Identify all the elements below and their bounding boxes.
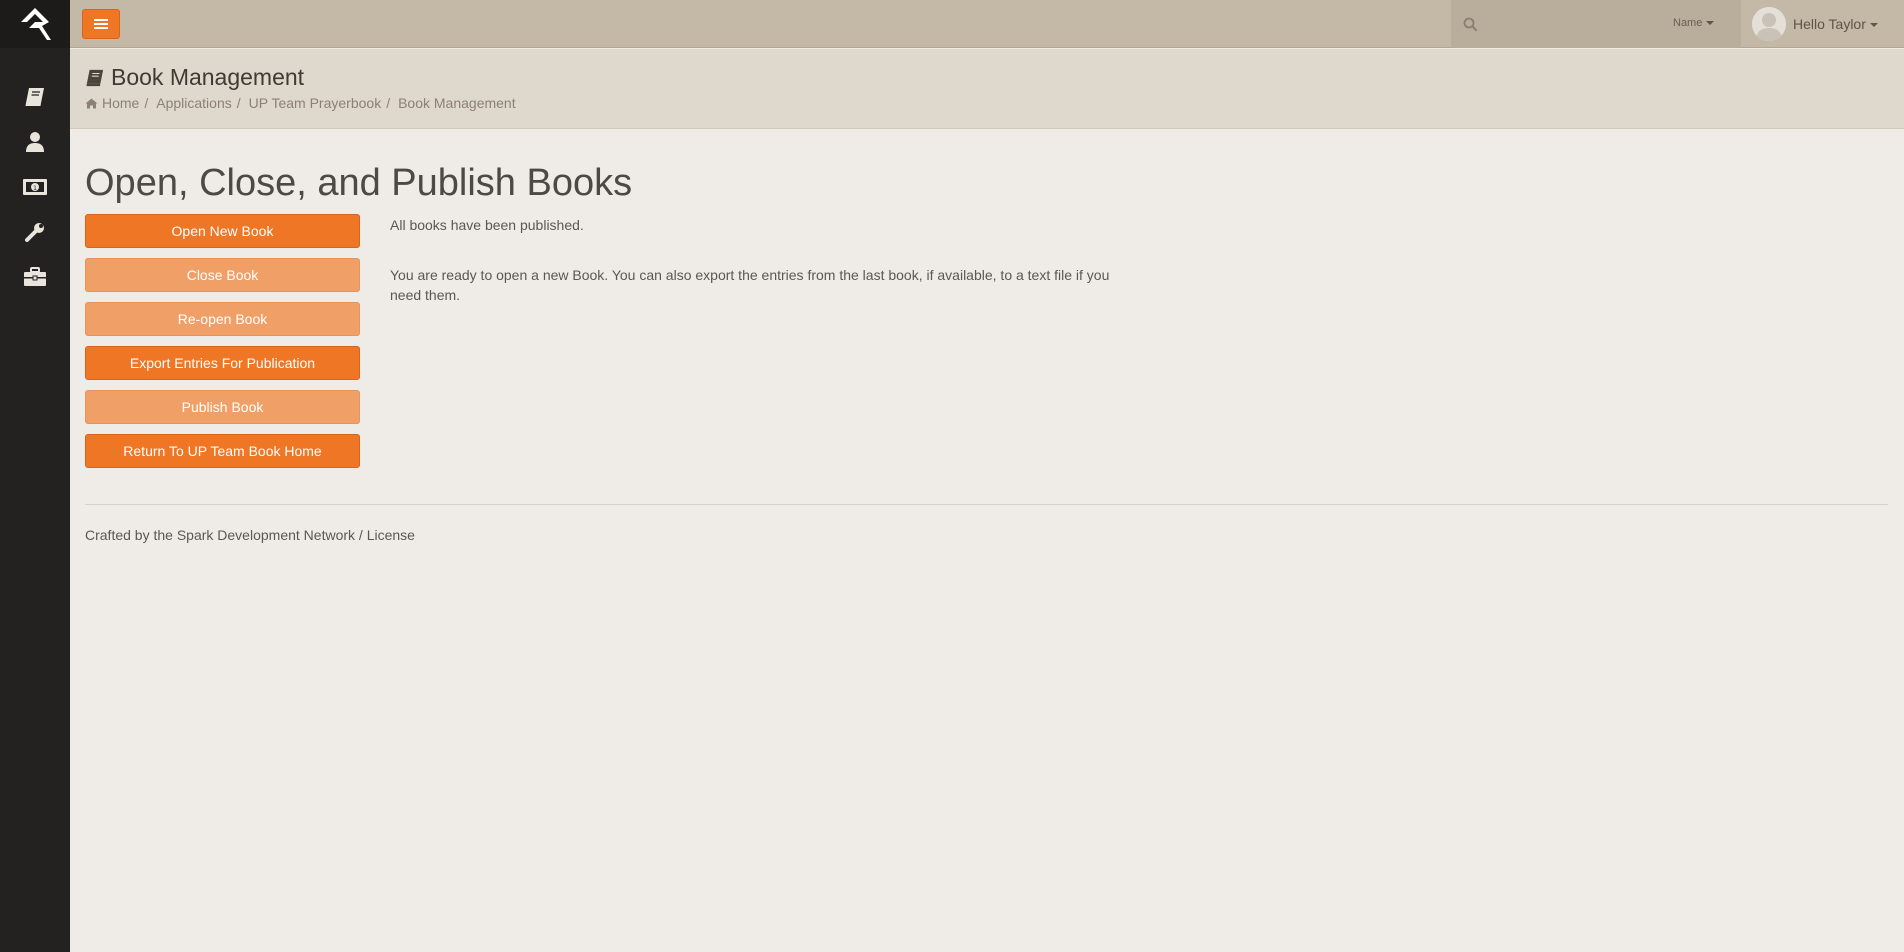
chevron-down-icon (1869, 23, 1878, 28)
license-link[interactable]: License (367, 527, 415, 543)
search-icon (1463, 16, 1477, 35)
sidebar-item-people[interactable] (0, 119, 70, 164)
close-book-button[interactable]: Close Book (85, 258, 360, 292)
breadcrumb-separator: / (144, 95, 149, 111)
export-entries-button[interactable]: Export Entries For Publication (85, 346, 360, 380)
money-icon: 1 (23, 178, 47, 195)
user-greeting: Hello Taylor (1793, 16, 1878, 32)
user-greeting-text: Hello Taylor (1793, 16, 1866, 32)
page-header: Book Management Home / Applications / UP… (70, 49, 1904, 129)
open-new-book-button[interactable]: Open New Book (85, 214, 360, 248)
sidebar-item-finance[interactable]: 1 (0, 164, 70, 209)
sidebar-item-tools[interactable] (0, 209, 70, 254)
user-menu[interactable]: Hello Taylor (1752, 0, 1878, 48)
breadcrumb-up-team-prayerbook[interactable]: UP Team Prayerbook (249, 95, 382, 111)
breadcrumb-home[interactable]: Home (102, 95, 139, 111)
wrench-icon (25, 222, 44, 242)
footer-divider (85, 504, 1888, 505)
sidebar: 1 (0, 0, 70, 952)
chevron-down-icon (1706, 21, 1715, 26)
footer-prefix: Crafted by the (85, 527, 177, 543)
rock-logo-icon (21, 8, 51, 40)
search-filter-dropdown[interactable]: Name (1673, 17, 1715, 29)
breadcrumb-applications[interactable]: Applications (156, 95, 232, 111)
section-heading: Open, Close, and Publish Books (85, 162, 633, 204)
spark-link[interactable]: Spark Development Network (177, 527, 355, 543)
book-actions: Open New Book Close Book Re-open Book Ex… (85, 214, 360, 478)
top-navbar: Name Hello Taylor (70, 0, 1904, 48)
sidebar-nav: 1 (0, 74, 70, 299)
breadcrumb-separator: / (386, 95, 391, 111)
breadcrumb: Home / Applications / UP Team Prayerbook… (85, 95, 516, 111)
breadcrumb-separator: / (236, 95, 241, 111)
avatar-silhouette-icon (1752, 7, 1786, 41)
search-filter-label: Name (1673, 17, 1703, 29)
briefcase-icon (24, 266, 46, 286)
brand-logo[interactable] (0, 0, 70, 48)
user-icon (26, 131, 44, 152)
home-icon (85, 98, 98, 108)
footer-separator: / (355, 527, 367, 543)
hamburger-icon (94, 19, 108, 29)
page-title-row: Book Management (85, 64, 304, 91)
menu-toggle-button[interactable] (82, 9, 120, 39)
reopen-book-button[interactable]: Re-open Book (85, 302, 360, 336)
status-panel: All books have been published. You are r… (390, 215, 1130, 335)
sidebar-item-books[interactable] (0, 74, 70, 119)
search-input[interactable] (1489, 12, 1659, 36)
svg-text:1: 1 (33, 185, 37, 192)
publish-book-button[interactable]: Publish Book (85, 390, 360, 424)
footer: Crafted by the Spark Development Network… (85, 527, 415, 543)
info-message: You are ready to open a new Book. You ca… (390, 267, 1110, 303)
page-title: Book Management (111, 64, 305, 90)
book-icon (86, 69, 104, 86)
breadcrumb-current: Book Management (398, 95, 516, 111)
search-zone: Name (1451, 0, 1741, 48)
status-message: All books have been published. (390, 217, 584, 233)
return-home-button[interactable]: Return To UP Team Book Home (85, 434, 360, 468)
sidebar-item-admin[interactable] (0, 254, 70, 299)
book-icon (25, 87, 44, 106)
avatar (1752, 7, 1786, 41)
